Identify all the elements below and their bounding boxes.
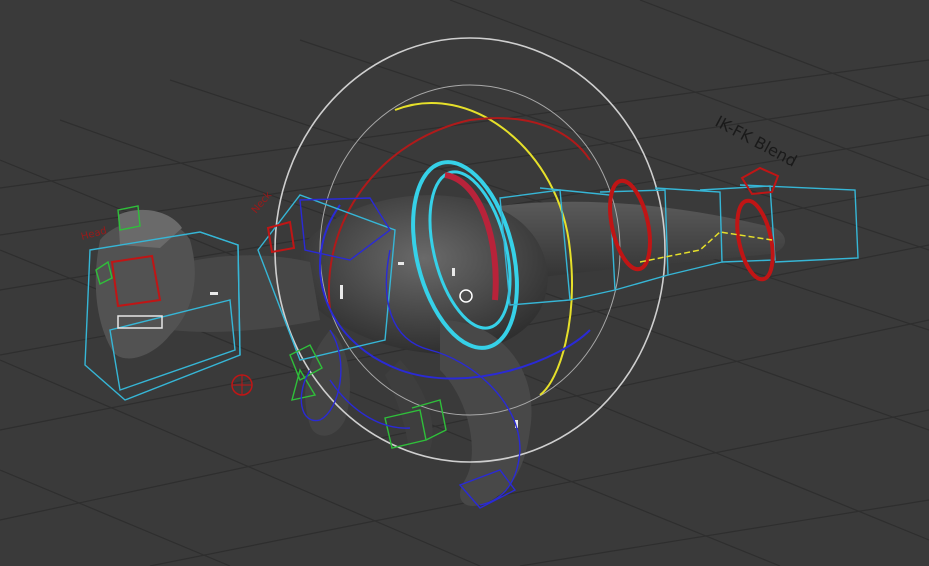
3d-viewport[interactable]: IK-FK Blend Head Neck [0,0,929,566]
